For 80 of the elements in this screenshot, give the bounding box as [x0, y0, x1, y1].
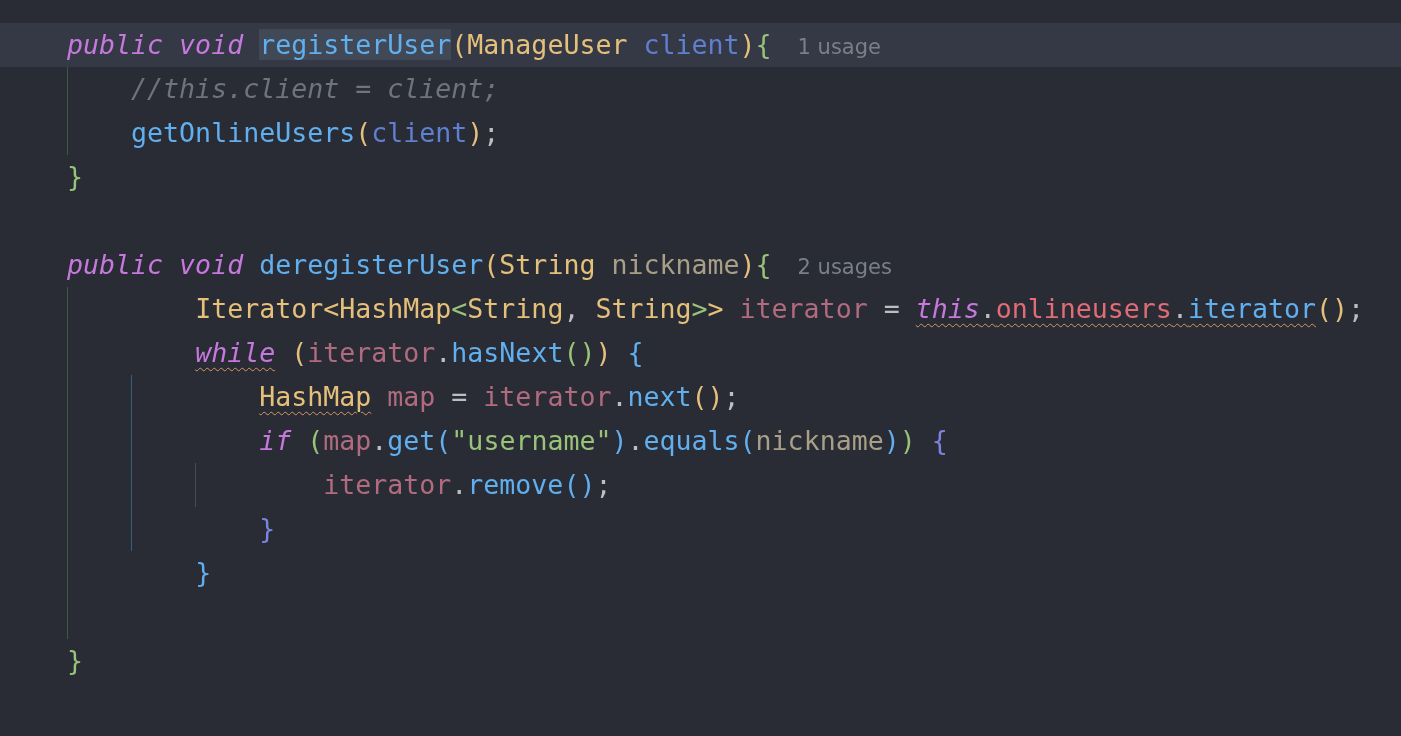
- bracket: (): [563, 337, 596, 368]
- type-name: String: [595, 293, 692, 324]
- punctuation: ;: [723, 381, 740, 412]
- variable-name: iterator: [739, 293, 868, 324]
- bracket: {: [755, 249, 772, 280]
- type-name: String: [499, 249, 597, 280]
- bracket: <: [323, 293, 340, 324]
- method-name: iterator: [1187, 293, 1316, 324]
- parameter-name: nickname: [611, 249, 740, 280]
- field-name: onlineusers: [995, 293, 1172, 324]
- bracket: ): [595, 337, 613, 368]
- bracket: {: [755, 29, 772, 60]
- bracket: <: [451, 293, 468, 324]
- bracket: >: [691, 293, 708, 324]
- usage-hint[interactable]: 2 usages: [797, 255, 892, 279]
- bracket: (): [563, 469, 596, 500]
- bracket: (: [355, 117, 372, 148]
- bracket: }: [67, 161, 84, 192]
- bracket: (): [691, 381, 724, 412]
- keyword: while: [195, 337, 276, 368]
- type-name: String: [467, 293, 564, 324]
- method-name: equals: [643, 425, 740, 456]
- bracket: ): [611, 425, 628, 456]
- method-name: hasNext: [451, 337, 564, 368]
- punctuation: .: [979, 293, 996, 324]
- bracket: (: [435, 425, 452, 456]
- bracket: (: [739, 425, 756, 456]
- keyword: this: [915, 293, 980, 324]
- method-name: getOnlineUsers: [131, 117, 356, 148]
- bracket: (: [290, 337, 308, 368]
- bracket: ): [467, 117, 484, 148]
- string-literal: "username": [451, 425, 612, 456]
- keyword: public void: [67, 249, 245, 280]
- method-name: registerUser: [259, 29, 452, 60]
- punctuation: .: [1171, 293, 1188, 324]
- bracket: >: [707, 293, 725, 324]
- variable-name: iterator: [307, 337, 436, 368]
- punctuation: .: [627, 425, 644, 456]
- bracket: {: [627, 337, 644, 368]
- punctuation: .: [451, 469, 468, 500]
- variable-name: map: [386, 381, 436, 412]
- bracket: (): [1316, 293, 1349, 324]
- method-name: deregisterUser: [259, 249, 484, 280]
- punctuation: ;: [483, 117, 500, 148]
- bracket: {: [931, 425, 948, 456]
- punctuation: =: [450, 381, 469, 412]
- bracket: (: [483, 249, 500, 280]
- punctuation: ;: [1348, 293, 1365, 324]
- bracket: }: [67, 645, 84, 676]
- method-name: get: [387, 425, 436, 456]
- type-name: ManageUser: [467, 29, 629, 60]
- usage-hint[interactable]: 1 usage: [797, 35, 881, 59]
- method-name: remove: [467, 469, 564, 500]
- bracket: (: [307, 425, 324, 456]
- parameter-name: client: [371, 117, 468, 148]
- bracket: ): [739, 29, 756, 60]
- bracket: ): [899, 425, 917, 456]
- parameter-name: client: [643, 29, 740, 60]
- punctuation: .: [371, 425, 388, 456]
- bracket: }: [259, 513, 276, 544]
- method-name: next: [627, 381, 692, 412]
- keyword: public void: [67, 29, 245, 60]
- keyword: if: [259, 425, 293, 456]
- bracket: ): [739, 249, 756, 280]
- variable-name: iterator: [483, 381, 612, 412]
- type-name: HashMap: [259, 381, 372, 412]
- punctuation: ;: [595, 469, 612, 500]
- bracket: (: [451, 29, 468, 60]
- bracket: ): [883, 425, 900, 456]
- punctuation: ,: [563, 293, 581, 324]
- punctuation: .: [435, 337, 452, 368]
- bracket: }: [195, 557, 212, 588]
- punctuation: =: [882, 293, 901, 324]
- variable-name: map: [323, 425, 372, 456]
- type-name: HashMap: [339, 293, 452, 324]
- parameter-name: nickname: [755, 425, 884, 456]
- type-name: Iterator: [195, 293, 324, 324]
- variable-name: iterator: [323, 469, 452, 500]
- punctuation: .: [611, 381, 628, 412]
- code-comment: //this.client = client;: [131, 73, 500, 104]
